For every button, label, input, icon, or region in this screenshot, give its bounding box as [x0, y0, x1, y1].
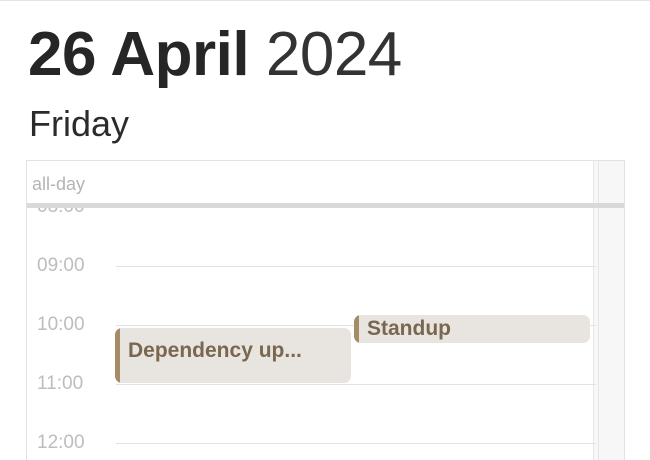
date-year: 2024 [265, 20, 402, 89]
event-standup[interactable]: Standup [354, 315, 590, 343]
event-title: Dependency up... [128, 339, 302, 362]
hour-label-0800: 08:00 [37, 208, 117, 217]
event-dependency-update[interactable]: Dependency up... [115, 328, 351, 383]
event-title: Standup [367, 317, 451, 340]
day-calendar-grid[interactable]: all-day 08:00 09:00 10:00 11:00 12:00 St… [26, 160, 625, 460]
event-color-bar [354, 315, 359, 343]
event-color-bar [115, 328, 120, 383]
hour-line [116, 384, 596, 385]
hour-label-0900: 09:00 [37, 255, 85, 276]
date-day-month: 26 April [28, 20, 250, 89]
hour-line [116, 443, 596, 444]
hour-line [116, 266, 596, 267]
page-title: 26 April 2024 [28, 20, 402, 90]
hour-label-1200: 12:00 [37, 432, 85, 453]
all-day-label: all-day [32, 174, 86, 194]
weekday-label: Friday [29, 103, 130, 144]
top-divider [0, 0, 650, 1]
hour-label-1000: 10:00 [37, 314, 85, 335]
hour-label-1100: 11:00 [37, 373, 84, 394]
